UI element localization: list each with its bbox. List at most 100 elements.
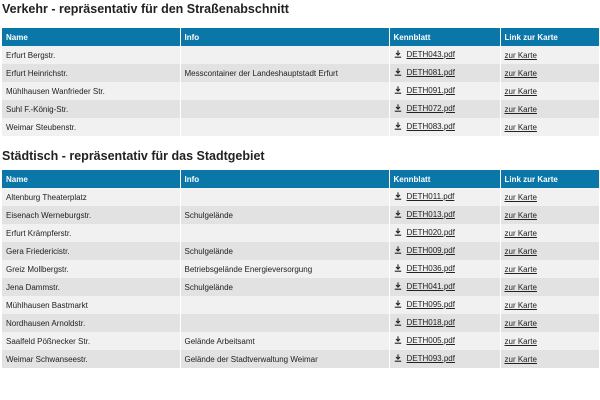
map-link[interactable]: zur Karte [505, 105, 537, 114]
kennblatt-cell: DETH009.pdf [389, 242, 501, 260]
map-link[interactable]: zur Karte [505, 265, 537, 274]
pdf-filename: DETH043.pdf [406, 49, 455, 59]
download-icon [394, 86, 401, 95]
station-name: Gera Friedericistr. [2, 242, 181, 260]
map-link[interactable]: zur Karte [505, 51, 537, 60]
table-body: Erfurt Bergstr. DETH043.pdf zur Karte Erfur… [2, 46, 599, 136]
map-link[interactable]: zur Karte [505, 123, 537, 132]
table-row: Greiz Mollbergstr. Betriebsgelände Energi… [2, 260, 599, 278]
pdf-download-link[interactable]: DETH072.pdf [394, 104, 455, 113]
map-link-cell: zur Karte [500, 206, 599, 224]
station-name: Suhl F.-König-Str. [2, 100, 181, 118]
table-header-row: Name Info Kennblatt Link zur Karte [2, 28, 599, 46]
pdf-download-link[interactable]: DETH009.pdf [394, 246, 455, 255]
map-link[interactable]: zur Karte [505, 337, 537, 346]
map-link-cell: zur Karte [500, 242, 599, 260]
station-info: Gelände der Stadtverwaltung Weimar [180, 350, 390, 368]
table-row: Gera Friedericistr. Schulgelände DETH009.p… [2, 242, 599, 260]
map-link[interactable]: zur Karte [505, 87, 537, 96]
pdf-download-link[interactable]: DETH013.pdf [394, 210, 455, 219]
pdf-filename: DETH041.pdf [406, 281, 455, 291]
column-header-info: Info [180, 28, 390, 46]
map-link-cell: zur Karte [500, 46, 599, 64]
kennblatt-cell: DETH011.pdf [389, 188, 501, 206]
table-row: Weimar Steubenstr. DETH083.pdf zur Karte [2, 118, 599, 136]
table-row: Erfurt Krämpferstr. DETH020.pdf zur Karte [2, 224, 599, 242]
station-table: Name Info Kennblatt Link zur Karte Alten… [2, 170, 599, 368]
pdf-download-link[interactable]: DETH081.pdf [394, 68, 455, 77]
kennblatt-cell: DETH041.pdf [389, 278, 501, 296]
section-staedtisch: Städtisch - repräsentativ für das Stadtg… [2, 147, 600, 368]
map-link[interactable]: zur Karte [505, 301, 537, 310]
pdf-download-link[interactable]: DETH011.pdf [394, 192, 454, 201]
table-row: Erfurt Heinrichstr. Messcontainer der Lan… [2, 64, 599, 82]
station-name: Jena Dammstr. [2, 278, 181, 296]
map-link[interactable]: zur Karte [505, 69, 537, 78]
pdf-download-link[interactable]: DETH041.pdf [394, 282, 455, 291]
pdf-download-link[interactable]: DETH083.pdf [394, 122, 455, 131]
download-icon [394, 246, 401, 255]
station-name: Eisenach Werneburgstr. [2, 206, 181, 224]
map-link-cell: zur Karte [500, 314, 599, 332]
download-icon [394, 300, 401, 309]
column-header-map-link: Link zur Karte [500, 170, 599, 188]
map-link[interactable]: zur Karte [505, 211, 537, 220]
map-link[interactable]: zur Karte [505, 247, 537, 256]
download-icon [394, 122, 401, 131]
station-name: Mühlhausen Wanfrieder Str. [2, 82, 181, 100]
map-link-cell: zur Karte [500, 82, 599, 100]
station-info [180, 46, 390, 64]
table-row: Mühlhausen Wanfrieder Str. DETH091.pdf zur… [2, 82, 599, 100]
map-link[interactable]: zur Karte [505, 193, 537, 202]
pdf-download-link[interactable]: DETH091.pdf [394, 86, 455, 95]
map-link-cell: zur Karte [500, 100, 599, 118]
column-header-kennblatt: Kennblatt [389, 28, 501, 46]
map-link[interactable]: zur Karte [505, 283, 537, 292]
kennblatt-cell: DETH043.pdf [389, 46, 501, 64]
section-title: Städtisch - repräsentativ für das Stadtg… [2, 149, 265, 163]
pdf-filename: DETH091.pdf [406, 85, 455, 95]
station-name: Mühlhausen Bastmarkt [2, 296, 181, 314]
station-name: Nordhausen Arnoldstr. [2, 314, 181, 332]
kennblatt-cell: DETH036.pdf [389, 260, 501, 278]
download-icon [394, 228, 401, 237]
station-info: Betriebsgelände Energieversorgung [180, 260, 390, 278]
download-icon [394, 336, 401, 345]
station-name: Saalfeld Pößnecker Str. [2, 332, 181, 350]
station-info: Gelände Arbeitsamt [180, 332, 390, 350]
pdf-download-link[interactable]: DETH043.pdf [394, 50, 455, 59]
column-header-kennblatt: Kennblatt [389, 170, 501, 188]
map-link-cell: zur Karte [500, 188, 599, 206]
station-name: Erfurt Bergstr. [2, 46, 181, 64]
map-link[interactable]: zur Karte [505, 355, 537, 364]
pdf-download-link[interactable]: DETH095.pdf [394, 300, 455, 309]
pdf-download-link[interactable]: DETH018.pdf [394, 318, 455, 327]
pdf-download-link[interactable]: DETH036.pdf [394, 264, 455, 273]
download-icon [394, 282, 401, 291]
download-icon [394, 50, 401, 59]
station-name: Altenburg Theaterplatz [2, 188, 181, 206]
map-link[interactable]: zur Karte [505, 229, 537, 238]
table-row: Erfurt Bergstr. DETH043.pdf zur Karte [2, 46, 599, 64]
pdf-download-link[interactable]: DETH093.pdf [394, 354, 455, 363]
map-link-cell: zur Karte [500, 332, 599, 350]
station-info [180, 296, 390, 314]
kennblatt-cell: DETH083.pdf [389, 118, 501, 136]
column-header-info: Info [180, 170, 390, 188]
table-row: Suhl F.-König-Str. DETH072.pdf zur Karte [2, 100, 599, 118]
station-name: Erfurt Krämpferstr. [2, 224, 181, 242]
station-info [180, 314, 390, 332]
kennblatt-cell: DETH095.pdf [389, 296, 501, 314]
station-info [180, 100, 390, 118]
station-name: Weimar Steubenstr. [2, 118, 181, 136]
section-verkehr: Verkehr - repräsentativ für den Straßena… [2, 0, 600, 136]
pdf-download-link[interactable]: DETH020.pdf [394, 228, 455, 237]
download-icon [394, 192, 401, 201]
pdf-download-link[interactable]: DETH005.pdf [394, 336, 455, 345]
kennblatt-cell: DETH091.pdf [389, 82, 501, 100]
table-body: Altenburg Theaterplatz DETH011.pdf zur Kar… [2, 188, 599, 368]
pdf-filename: DETH081.pdf [406, 67, 455, 77]
pdf-filename: DETH072.pdf [406, 103, 455, 113]
map-link-cell: zur Karte [500, 278, 599, 296]
map-link[interactable]: zur Karte [505, 319, 537, 328]
